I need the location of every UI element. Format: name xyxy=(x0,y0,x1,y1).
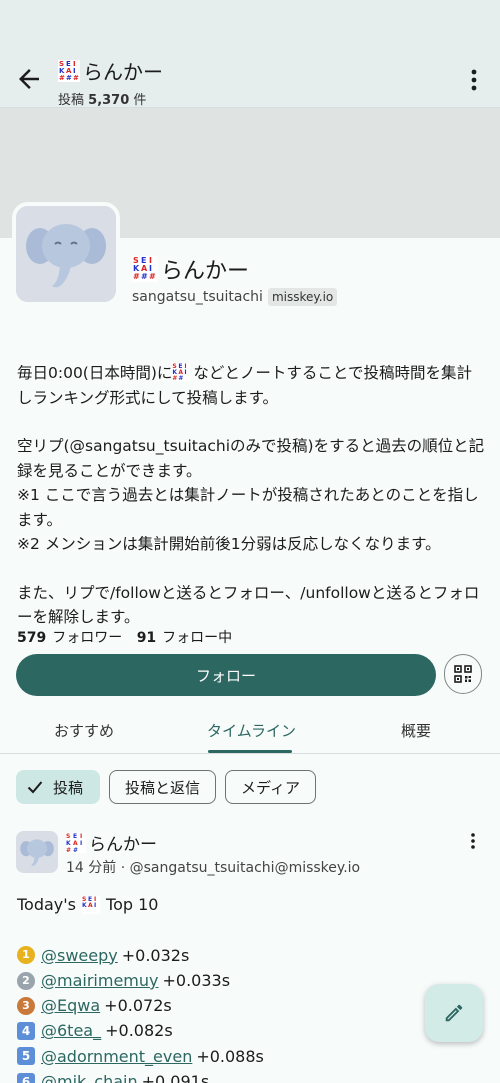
tab-recommended[interactable]: おすすめ xyxy=(54,720,114,741)
filter-chip-posts[interactable]: 投稿 xyxy=(16,770,101,804)
bio-note-1: ※1 ここで言う過去とは集計ノートが投稿されたあとのことを指します。 xyxy=(17,486,479,529)
rank-time: +0.088s xyxy=(196,1046,264,1066)
compose-button[interactable] xyxy=(425,984,483,1042)
rank-time: +0.082s xyxy=(105,1021,173,1041)
following-label[interactable]: フォロー中 xyxy=(162,630,232,646)
bio-note-2: ※2 メンションは集計開始前後1分弱は反応しなくなります。 xyxy=(17,535,441,553)
mention-link[interactable]: @mairimemuy xyxy=(41,968,158,993)
note-author-acct: @sangatsu_tsuitachi@misskey.io xyxy=(129,860,361,876)
bronze-medal-icon: 3 xyxy=(17,996,35,1015)
follow-button[interactable]: フォロー xyxy=(16,654,436,696)
custom-emoji-icon: S E I K A I # # xyxy=(172,363,191,381)
note-heading: Today's S E I K A I Top 10 xyxy=(17,892,487,917)
elephant-avatar-icon xyxy=(16,206,116,302)
bio-text: 毎日0:00(日本時間)に xyxy=(17,364,173,382)
app-bar: S E I K A I # # # らんかー 投稿 5,370 件 xyxy=(0,0,500,108)
filter-chip-media[interactable]: メディア xyxy=(225,770,316,804)
qr-code-icon xyxy=(454,665,472,683)
bio-paragraph-1: 毎日0:00(日本時間)に S E I K A I # # などとノートすること… xyxy=(17,361,487,410)
app-bar-title-text: らんかー xyxy=(83,60,163,84)
note-meta: 14 分前 · @sangatsu_tsuitachi@misskey.io xyxy=(66,857,360,877)
rank-time: +0.032s xyxy=(121,945,190,965)
note-timestamp[interactable]: 14 分前 xyxy=(66,860,116,876)
rank-row: 1 @sweepy +0.032s xyxy=(17,943,487,968)
follow-counts: 579 フォロワー 91 フォロー中 xyxy=(17,627,232,647)
check-icon xyxy=(27,781,43,794)
custom-emoji-icon: S E I K A I xyxy=(82,895,101,914)
elephant-avatar-icon xyxy=(16,831,58,873)
post-count-value: 5,370 xyxy=(88,93,130,108)
rank-row: 4 @6tea_ +0.082s xyxy=(17,1018,487,1043)
timeline-filter-chips: 投稿 投稿と返信 メディア xyxy=(16,770,316,804)
filter-chip-label: メディア xyxy=(241,778,300,797)
profile-acct: sangatsu_tsuitachi misskey.io xyxy=(132,288,338,306)
mention-link[interactable]: @Eqwa xyxy=(41,993,100,1018)
note-author-name[interactable]: S E I K A I # # らんかー xyxy=(66,830,157,855)
post-count-suffix: 件 xyxy=(133,93,147,108)
custom-emoji-icon: S E I K A I # # xyxy=(66,832,86,853)
keycap-5-icon: 5 xyxy=(17,1047,35,1066)
mention-link[interactable]: @sweepy xyxy=(41,943,118,968)
rank-row: 6 @mik_chain +0.091s xyxy=(17,1069,487,1083)
rank-row: 3 @Eqwa +0.072s xyxy=(17,993,487,1018)
keycap-6-icon: 6 xyxy=(17,1072,35,1083)
tab-timeline[interactable]: タイムライン xyxy=(207,720,296,741)
keycap-4-icon: 4 xyxy=(17,1022,35,1041)
filter-chip-posts-and-replies[interactable]: 投稿と返信 xyxy=(109,770,217,804)
note-heading-suffix: Top 10 xyxy=(106,895,159,914)
custom-emoji-icon: S E I K A I # # # xyxy=(132,256,158,282)
note-content: Today's S E I K A I Top 10 1 @sweepy +0.… xyxy=(17,892,487,1083)
note-author-name-text: らんかー xyxy=(89,835,157,855)
mention-link[interactable]: @6tea_ xyxy=(41,1018,101,1043)
bio-paragraph-2: 空リプ(@sangatsu_tsuitachiのみで投稿)をすると過去の順位と記… xyxy=(17,437,485,480)
more-vertical-icon[interactable] xyxy=(466,832,480,850)
rank-row: 2 @mairimemuy +0.033s xyxy=(17,968,487,993)
post-count-prefix: 投稿 xyxy=(58,93,85,108)
profile-bio: 毎日0:00(日本時間)に S E I K A I # # などとノートすること… xyxy=(17,361,487,630)
profile-display-name-text: らんかー xyxy=(161,259,250,284)
filter-chip-label: 投稿 xyxy=(53,778,84,797)
rank-row: 5 @adornment_even +0.088s xyxy=(17,1044,487,1069)
note-meta-separator: · xyxy=(120,860,126,876)
profile-tabs: おすすめ タイムライン 概要 xyxy=(0,710,500,754)
followers-label[interactable]: フォロワー xyxy=(52,630,122,646)
note-author-avatar[interactable] xyxy=(16,831,58,873)
app-bar-title-group: S E I K A I # # # らんかー 投稿 5,370 件 xyxy=(58,56,163,108)
tab-indicator xyxy=(208,750,292,753)
rank-time: +0.091s xyxy=(141,1072,210,1083)
more-vertical-icon[interactable] xyxy=(462,66,486,94)
rank-time: +0.072s xyxy=(104,996,172,1016)
arrow-left-icon[interactable] xyxy=(14,64,44,94)
bio-paragraph-3: また、リプで/followと送るとフォロー、/unfollowと送るとフォローを… xyxy=(17,583,480,627)
profile-username: sangatsu_tsuitachi xyxy=(132,289,263,305)
tab-overview[interactable]: 概要 xyxy=(401,720,431,741)
note-heading-prefix: Today's xyxy=(17,895,77,914)
app-bar-title: S E I K A I # # # らんかー xyxy=(58,56,163,85)
mention-link[interactable]: @mik_chain xyxy=(41,1069,138,1083)
custom-emoji-icon: S E I K A I # # # xyxy=(58,59,80,82)
following-count[interactable]: 91 xyxy=(137,630,156,646)
followers-count[interactable]: 579 xyxy=(17,630,46,646)
avatar[interactable] xyxy=(12,202,120,306)
filter-chip-label: 投稿と返信 xyxy=(125,778,201,797)
qr-code-button[interactable] xyxy=(444,654,482,694)
profile-host-chip: misskey.io xyxy=(267,288,338,306)
profile-display-name: S E I K A I # # # らんかー xyxy=(132,253,249,285)
post-count: 投稿 5,370 件 xyxy=(58,89,163,108)
silver-medal-icon: 2 xyxy=(17,971,35,990)
pencil-icon xyxy=(445,1004,463,1022)
gold-medal-icon: 1 xyxy=(17,946,35,965)
mention-link[interactable]: @adornment_even xyxy=(41,1044,192,1069)
rank-time: +0.033s xyxy=(162,970,231,990)
